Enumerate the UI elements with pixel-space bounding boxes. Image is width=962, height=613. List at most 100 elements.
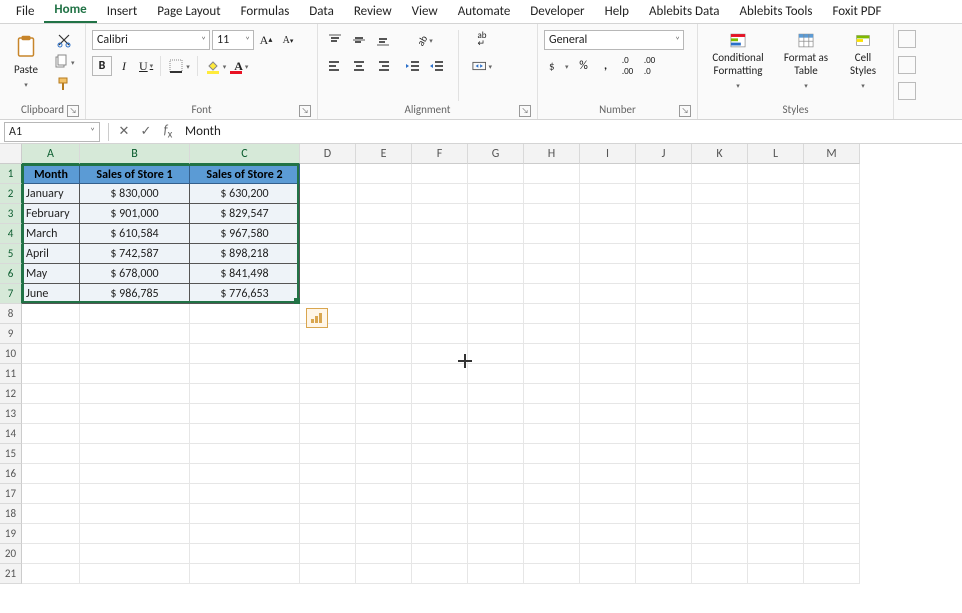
- cell-J12[interactable]: [636, 384, 692, 404]
- cell-D20[interactable]: [300, 544, 356, 564]
- cell-J9[interactable]: [636, 324, 692, 344]
- cell-H3[interactable]: [524, 204, 580, 224]
- cell-C7[interactable]: $ 776,653: [190, 284, 300, 304]
- row-header-15[interactable]: 15: [0, 444, 22, 464]
- cell-H21[interactable]: [524, 564, 580, 584]
- cell-C10[interactable]: [190, 344, 300, 364]
- cell-H13[interactable]: [524, 404, 580, 424]
- cell-B9[interactable]: [80, 324, 190, 344]
- cell-H10[interactable]: [524, 344, 580, 364]
- cell-E4[interactable]: [356, 224, 412, 244]
- tab-home[interactable]: Home: [44, 0, 96, 23]
- cell-G2[interactable]: [468, 184, 524, 204]
- cell-J7[interactable]: [636, 284, 692, 304]
- cell-L9[interactable]: [748, 324, 804, 344]
- cell-K4[interactable]: [692, 224, 748, 244]
- increase-indent-button[interactable]: [426, 56, 448, 76]
- tab-developer[interactable]: Developer: [520, 1, 594, 23]
- cell-I14[interactable]: [580, 424, 636, 444]
- tab-review[interactable]: Review: [344, 1, 402, 23]
- cell-D5[interactable]: [300, 244, 356, 264]
- cell-K12[interactable]: [692, 384, 748, 404]
- tab-insert[interactable]: Insert: [97, 1, 148, 23]
- cell-D18[interactable]: [300, 504, 356, 524]
- tab-ablebits-tools[interactable]: Ablebits Tools: [730, 1, 823, 23]
- align-right-button[interactable]: [372, 56, 394, 76]
- format-as-table-button[interactable]: Format as Table▾: [776, 30, 836, 94]
- font-launcher[interactable]: ↘: [299, 105, 311, 117]
- col-header-E[interactable]: E: [356, 144, 412, 164]
- cell-L2[interactable]: [748, 184, 804, 204]
- cell-A6[interactable]: May: [22, 264, 80, 284]
- cell-J6[interactable]: [636, 264, 692, 284]
- cell-E17[interactable]: [356, 484, 412, 504]
- cell-E20[interactable]: [356, 544, 412, 564]
- cell-L16[interactable]: [748, 464, 804, 484]
- cell-I7[interactable]: [580, 284, 636, 304]
- cell-E10[interactable]: [356, 344, 412, 364]
- row-header-2[interactable]: 2: [0, 184, 22, 204]
- col-header-C[interactable]: C: [190, 144, 300, 164]
- cell-H8[interactable]: [524, 304, 580, 324]
- cell-B4[interactable]: $ 610,584: [80, 224, 190, 244]
- align-center-button[interactable]: [348, 56, 370, 76]
- cell-F18[interactable]: [412, 504, 468, 524]
- cell-J2[interactable]: [636, 184, 692, 204]
- cell-K20[interactable]: [692, 544, 748, 564]
- cell-E12[interactable]: [356, 384, 412, 404]
- cell-F20[interactable]: [412, 544, 468, 564]
- cell-F16[interactable]: [412, 464, 468, 484]
- cell-C13[interactable]: [190, 404, 300, 424]
- cell-A13[interactable]: [22, 404, 80, 424]
- cell-D3[interactable]: [300, 204, 356, 224]
- cell-K10[interactable]: [692, 344, 748, 364]
- cell-H20[interactable]: [524, 544, 580, 564]
- cell-B19[interactable]: [80, 524, 190, 544]
- row-header-8[interactable]: 8: [0, 304, 22, 324]
- col-header-I[interactable]: I: [580, 144, 636, 164]
- cell-D1[interactable]: [300, 164, 356, 184]
- select-all-corner[interactable]: [0, 144, 22, 164]
- cell-G17[interactable]: [468, 484, 524, 504]
- cell-I2[interactable]: [580, 184, 636, 204]
- cell-H2[interactable]: [524, 184, 580, 204]
- cell-A3[interactable]: February: [22, 204, 80, 224]
- cell-H9[interactable]: [524, 324, 580, 344]
- tab-file[interactable]: File: [6, 1, 44, 23]
- cell-K1[interactable]: [692, 164, 748, 184]
- cell-K3[interactable]: [692, 204, 748, 224]
- cell-C9[interactable]: [190, 324, 300, 344]
- cell-J13[interactable]: [636, 404, 692, 424]
- cell-I15[interactable]: [580, 444, 636, 464]
- cell-G5[interactable]: [468, 244, 524, 264]
- cell-H12[interactable]: [524, 384, 580, 404]
- insert-function-button[interactable]: fx: [157, 123, 179, 141]
- cell-I13[interactable]: [580, 404, 636, 424]
- cell-K6[interactable]: [692, 264, 748, 284]
- cell-G10[interactable]: [468, 344, 524, 364]
- font-name-combo[interactable]: Calibri: [92, 30, 210, 50]
- cell-B11[interactable]: [80, 364, 190, 384]
- cell-G6[interactable]: [468, 264, 524, 284]
- cell-K9[interactable]: [692, 324, 748, 344]
- row-header-1[interactable]: 1: [0, 164, 22, 184]
- cell-D17[interactable]: [300, 484, 356, 504]
- format-painter-button[interactable]: [53, 74, 75, 94]
- col-header-K[interactable]: K: [692, 144, 748, 164]
- cell-A5[interactable]: April: [22, 244, 80, 264]
- cell-J4[interactable]: [636, 224, 692, 244]
- cell-E7[interactable]: [356, 284, 412, 304]
- cell-K13[interactable]: [692, 404, 748, 424]
- cell-H7[interactable]: [524, 284, 580, 304]
- cell-L7[interactable]: [748, 284, 804, 304]
- cell-A2[interactable]: January: [22, 184, 80, 204]
- row-header-9[interactable]: 9: [0, 324, 22, 344]
- cell-C16[interactable]: [190, 464, 300, 484]
- cell-K15[interactable]: [692, 444, 748, 464]
- cell-B12[interactable]: [80, 384, 190, 404]
- cell-L15[interactable]: [748, 444, 804, 464]
- cell-G12[interactable]: [468, 384, 524, 404]
- row-header-3[interactable]: 3: [0, 204, 22, 224]
- cut-button[interactable]: [53, 30, 75, 50]
- underline-button[interactable]: U: [136, 56, 156, 76]
